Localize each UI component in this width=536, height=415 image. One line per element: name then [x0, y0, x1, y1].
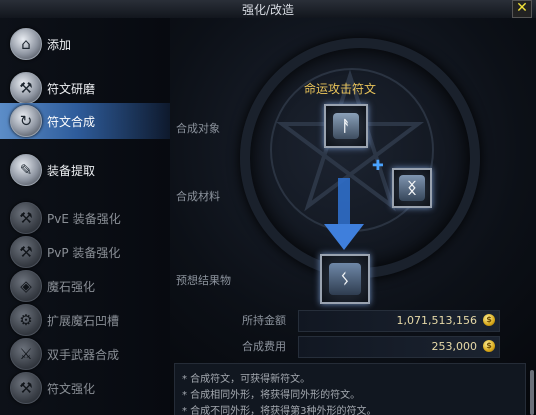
- sidebar-item-label: 符文研磨: [47, 82, 96, 96]
- anvil-icon: ⚒: [10, 372, 42, 404]
- sidebar-item-pvp-enhance[interactable]: ⚒ PvP 装备强化: [0, 234, 170, 270]
- stone-socket-icon: ⚙: [10, 304, 42, 336]
- tools-icon: ✎: [10, 154, 42, 186]
- sidebar-item-label: PvP 装备强化: [47, 246, 121, 260]
- funds-field: 1,071,513,156 $: [298, 310, 500, 332]
- sidebar-item-label: PvE 装备强化: [47, 212, 121, 226]
- notes-scrollbar[interactable]: [530, 370, 534, 415]
- close-button[interactable]: ✕: [512, 0, 532, 18]
- notes-panel: * 合成符文，可获得新符文。 * 合成相同外形，将获得同外形的符文。 * 合成不…: [174, 363, 526, 415]
- sidebar-item-label: 符文合成: [47, 115, 96, 129]
- sidebar-item-rune-grind[interactable]: ⚒ 符文研磨: [0, 70, 170, 106]
- sidebar-item-label: 添加: [47, 38, 72, 52]
- funds-value: 1,071,513,156: [396, 314, 477, 327]
- sidebar-item-socket-extend[interactable]: ⚙ 扩展魔石凹槽: [0, 302, 170, 338]
- sidebar-item-pve-enhance[interactable]: ⚒ PvE 装备强化: [0, 200, 170, 236]
- anvil-icon: ⚒: [10, 236, 42, 268]
- rune-icon: ᚨ: [333, 113, 359, 139]
- target-label: 合成对象: [176, 122, 220, 135]
- target-item-name: 命运攻击符文: [304, 82, 377, 96]
- note-line: * 合成相同外形，将获得同外形的符文。: [182, 390, 361, 401]
- sidebar-item-label: 符文强化: [47, 382, 96, 396]
- title-bar: 强化/改造 ✕: [0, 0, 536, 19]
- cost-value: 253,000: [431, 340, 478, 353]
- rune-icon: ᛊ: [329, 263, 361, 295]
- anvil-icon: ⚒: [10, 72, 42, 104]
- sidebar-item-label: 双手武器合成: [47, 348, 120, 362]
- sidebar-item-equip-extract[interactable]: ✎ 装备提取: [0, 152, 170, 188]
- cycle-icon: ↻: [10, 105, 42, 137]
- note-line: * 合成符文，可获得新符文。: [182, 374, 311, 385]
- funds-label: 所持金额: [242, 314, 286, 327]
- gold-coin-icon: $: [483, 340, 495, 352]
- sidebar-item-twohand-combine[interactable]: ⚔ 双手武器合成: [0, 336, 170, 372]
- sidebar-item-label: 扩展魔石凹槽: [47, 314, 120, 328]
- down-arrow-icon: [324, 178, 364, 250]
- sidebar-item-rune-enhance[interactable]: ⚒ 符文强化: [0, 370, 170, 406]
- material-label: 合成材料: [176, 190, 220, 203]
- stone-icon: ◈: [10, 270, 42, 302]
- result-slot[interactable]: ᛊ: [320, 254, 370, 304]
- rune-icon: ᛝ: [399, 175, 425, 201]
- material-slot[interactable]: ᛝ: [392, 168, 432, 208]
- house-icon: ⌂: [10, 28, 42, 60]
- synthesis-panel: 合成对象 合成材料 预想结果物 命运攻击符文 ᚨ ✚ ᛝ ᛊ 所持金额 1,07…: [170, 18, 536, 415]
- result-label: 预想结果物: [176, 274, 231, 287]
- anvil-icon: ⚒: [10, 202, 42, 234]
- sidebar-item-label: 装备提取: [47, 164, 96, 178]
- sidebar-item-rune-combine[interactable]: ↻ 符文合成: [0, 103, 170, 139]
- gold-coin-icon: $: [483, 314, 495, 326]
- sidebar-item-add[interactable]: ⌂ 添加: [0, 26, 170, 62]
- sword-icon: ⚔: [10, 338, 42, 370]
- window-title: 强化/改造: [241, 3, 295, 17]
- sidebar-item-stone-enhance[interactable]: ◈ 魔石强化: [0, 268, 170, 304]
- target-slot[interactable]: ᚨ: [324, 104, 368, 148]
- sidebar: ⌂ 添加 ⚒ 符文研磨 ↻ 符文合成 ✎ 装备提取 ⚒ PvE 装备强化 ⚒ P…: [0, 18, 170, 415]
- cost-field: 253,000 $: [298, 336, 500, 358]
- cost-label: 合成费用: [242, 340, 286, 353]
- sidebar-item-label: 魔石强化: [47, 280, 96, 294]
- plus-icon: ✚: [372, 158, 384, 174]
- note-line: * 合成不同外形，将获得第3种外形的符文。: [182, 406, 377, 415]
